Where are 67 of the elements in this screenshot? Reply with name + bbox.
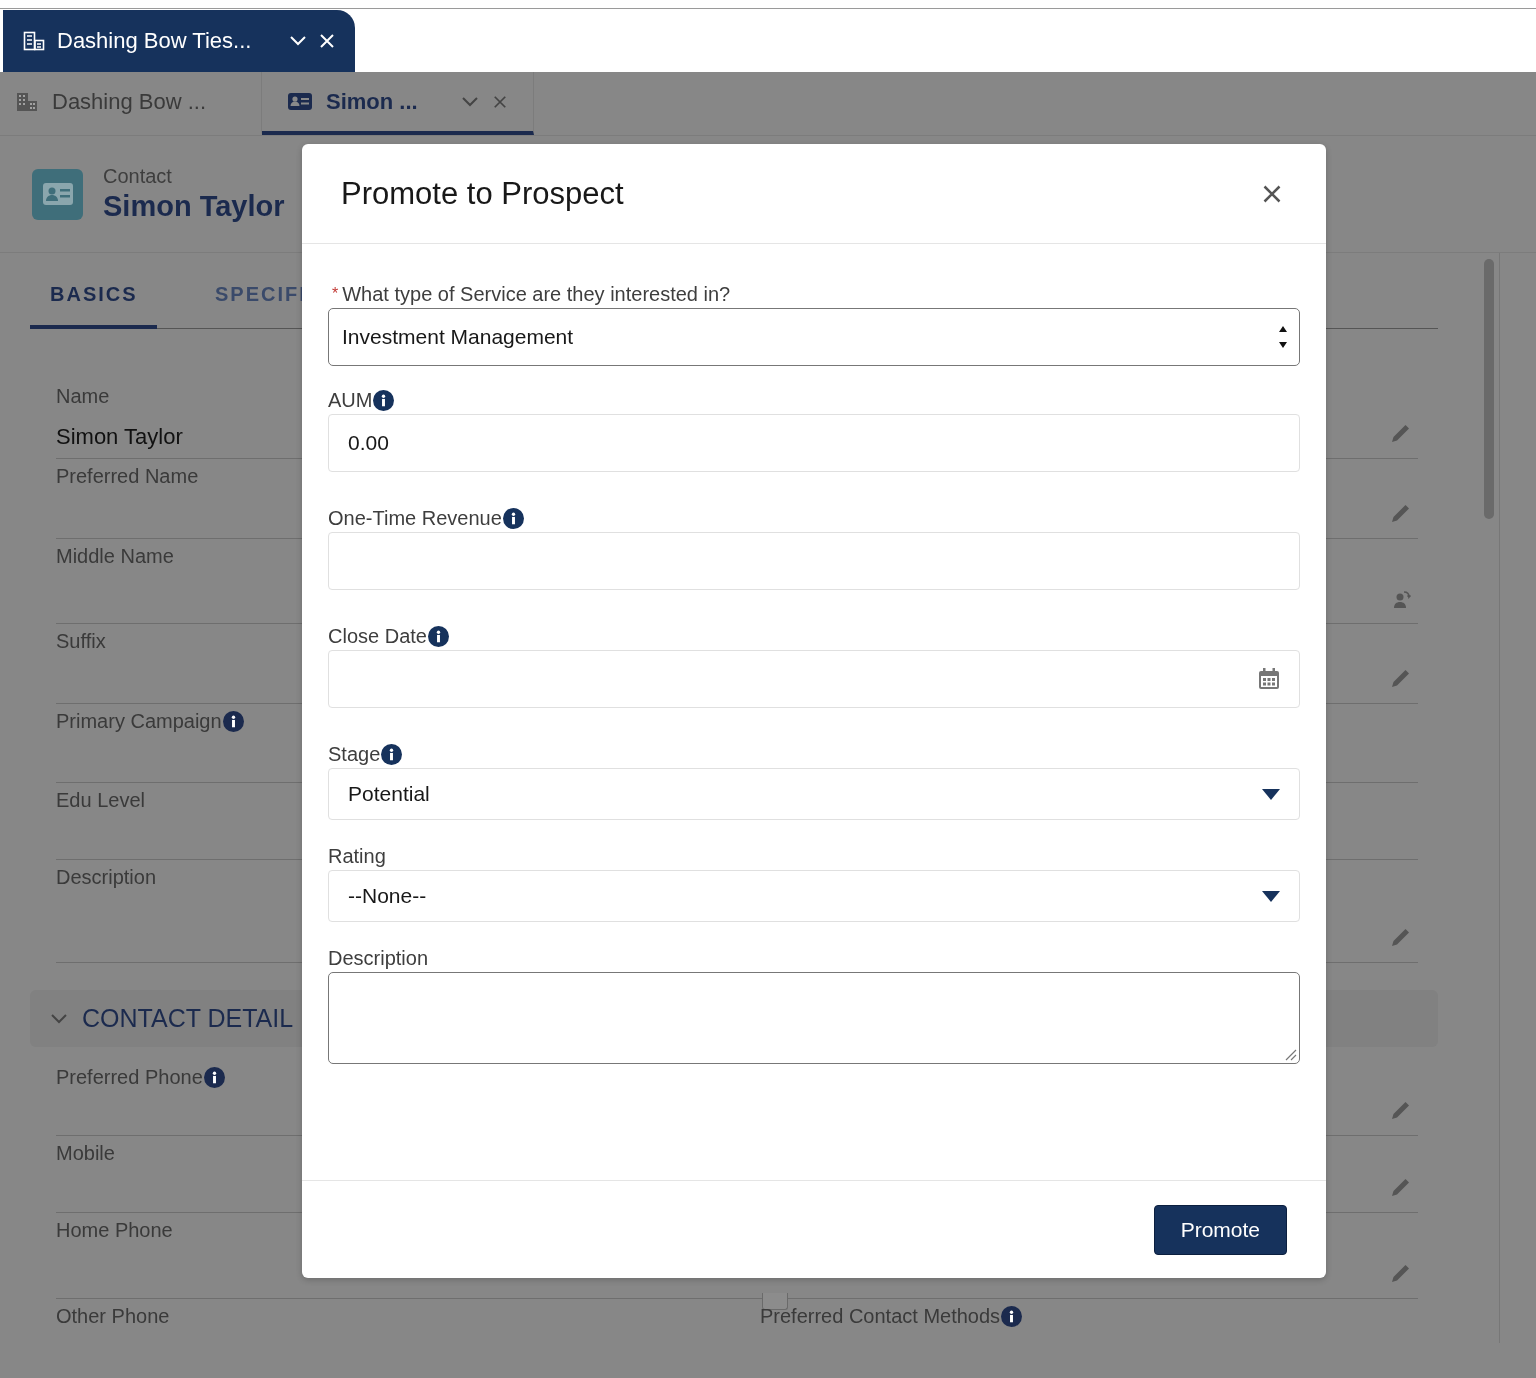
field-label: Close Date [328, 624, 427, 648]
building-icon [16, 91, 38, 112]
field-label: Description [328, 946, 429, 970]
section-title: CONTACT DETAIL [82, 1004, 294, 1033]
spinner-arrows-icon [1279, 325, 1287, 349]
info-icon[interactable] [427, 625, 449, 647]
field-label: Suffix [56, 630, 106, 653]
building-icon [23, 31, 45, 51]
close-icon [1262, 183, 1282, 204]
promote-button[interactable]: Promote [1153, 1204, 1287, 1255]
pencil-icon[interactable] [1390, 1176, 1412, 1198]
field-value: Investment Management [342, 325, 574, 349]
pencil-icon[interactable] [1390, 1099, 1412, 1121]
field-label: One-Time Revenue [328, 506, 502, 530]
field-value: Potential [348, 782, 430, 806]
field-label: Description [56, 866, 157, 889]
field-label: Middle Name [56, 545, 174, 568]
resize-handle-icon[interactable] [1283, 1047, 1297, 1061]
info-icon[interactable] [381, 743, 403, 765]
dropdown-arrow-icon [1262, 788, 1280, 800]
checkbox[interactable] [762, 1293, 788, 1310]
field-label: Rating [328, 844, 386, 868]
info-icon[interactable] [222, 711, 244, 732]
dropdown-field[interactable]: --None-- [328, 870, 1300, 922]
service-select[interactable]: Investment Management [328, 308, 1300, 366]
info-icon[interactable] [203, 1067, 225, 1088]
info-icon[interactable] [502, 507, 524, 529]
chevron-down-icon[interactable] [289, 35, 307, 47]
field-value: 0.00 [348, 431, 389, 455]
pencil-icon[interactable] [1390, 1262, 1412, 1284]
contact-avatar-icon [32, 168, 83, 220]
field-label: Home Phone [56, 1219, 173, 1242]
info-icon[interactable] [373, 389, 395, 411]
calendar-icon[interactable] [1258, 668, 1280, 690]
workspace-tab[interactable]: Dashing Bow Ties... [3, 10, 355, 72]
input-field[interactable] [328, 532, 1300, 590]
field-label: Preferred Name [56, 465, 199, 488]
dropdown-field[interactable]: Potential [328, 768, 1300, 820]
pencil-icon[interactable] [1390, 502, 1412, 524]
info-icon[interactable] [1001, 1306, 1023, 1327]
pencil-icon[interactable] [1390, 422, 1412, 444]
dialog-title: Promote to Prospect [341, 175, 624, 212]
date-field[interactable] [328, 650, 1300, 708]
record-name: Simon Taylor [103, 190, 285, 223]
field-label: Edu Level [56, 789, 145, 812]
field-label: AUM [328, 388, 373, 412]
record-tab[interactable]: BASICS [30, 269, 157, 329]
text-area[interactable] [328, 972, 1300, 1064]
field-label: What type of Service are they interested in? [342, 282, 731, 306]
field-label: Name [56, 385, 110, 408]
field-label: Preferred Phone [56, 1066, 203, 1089]
change-owner-icon[interactable] [1392, 589, 1412, 609]
contact-card-icon [288, 93, 312, 110]
pencil-icon[interactable] [1390, 926, 1412, 948]
field-label: Preferred Contact Methods [760, 1305, 1001, 1328]
required-asterisk: * [332, 285, 339, 303]
pencil-icon[interactable] [1390, 667, 1412, 689]
input-field[interactable]: 0.00 [328, 414, 1300, 472]
field-label: Primary Campaign [56, 710, 222, 733]
dropdown-arrow-icon [1262, 890, 1280, 902]
record-type: Contact [103, 165, 173, 188]
field-label: Mobile [56, 1142, 115, 1165]
field-value: --None-- [348, 884, 427, 908]
field-value: Simon Taylor [56, 424, 183, 450]
scrollbar-thumb[interactable] [1484, 259, 1494, 519]
field-label: Stage [328, 742, 381, 766]
field-label: Other Phone [56, 1305, 170, 1328]
